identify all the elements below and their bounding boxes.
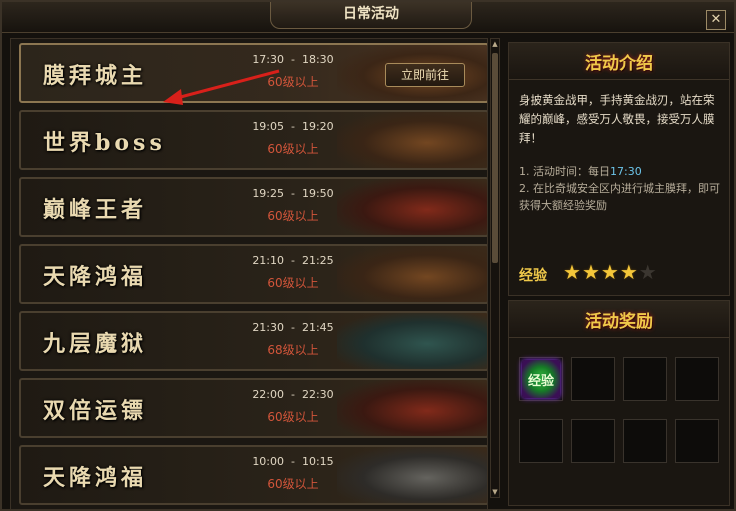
activity-art [337,380,487,436]
activity-row-6[interactable]: 双倍运镖 22:00 - 22:30 60级以上 [19,378,487,438]
exp-label: 经验 [519,268,547,284]
reward-header: 活动奖励 [509,301,729,338]
exp-orb-icon: 经验 [522,360,560,398]
info-title: 活动介绍 [585,54,653,74]
reward-slot-8[interactable] [675,419,719,463]
pointer-arrow-icon [163,69,280,105]
activity-row-7[interactable]: 天降鸿福 10:00 - 10:15 60级以上 [19,445,487,505]
activity-art [337,447,487,503]
activity-rules: 1. 活动时间：每日17:30 2. 在比奇城安全区内进行城主膜拜，即可获得大额… [519,163,721,214]
activity-name: 双倍运镖 [43,398,148,424]
activity-list: 膜拜城主 17:30 - 18:30 60级以上 立即前往 世界boss 19:… [10,38,488,510]
star-icon: ★ [563,260,581,284]
activity-description: 身披黄金战甲，手持黄金战刃，站在荣耀的巅峰，感受万人敬畏，接受万人膜拜！ [519,93,715,145]
info-header: 活动介绍 [509,43,729,80]
activity-row-3[interactable]: 巅峰王者 19:25 - 19:50 60级以上 [19,177,487,237]
activity-art [337,313,487,369]
activity-art [337,179,487,235]
reward-slot-7[interactable] [623,419,667,463]
activity-level: 60级以上 [267,477,319,491]
activity-art [337,246,487,302]
activity-art [337,112,487,168]
activity-info-panel: 活动介绍 身披黄金战甲，手持黄金战刃，站在荣耀的巅峰，感受万人敬畏，接受万人膜拜… [508,42,730,296]
activity-time: 19:25 - 19:50 [252,187,334,200]
star-icon: ★ [600,260,619,284]
activity-list-scrollbar[interactable]: ▲ ▼ [490,38,500,498]
activity-level: 60级以上 [267,142,319,156]
activity-name: 九层魔狱 [43,331,148,357]
activity-time: 22:00 - 22:30 [252,388,334,401]
reward-slot-5[interactable] [519,419,563,463]
star-icon: ★ [619,260,638,284]
activity-level: 60级以上 [267,276,319,290]
star-empty-icon: ★ [638,260,657,284]
scroll-up-icon[interactable]: ▲ [491,40,499,48]
reward-slot-1[interactable]: 经验 [519,357,563,401]
rule-1-time: 17:30 [610,165,642,178]
reward-item-label: 经验 [527,374,554,389]
activity-name: 世界boss [43,130,166,156]
reward-slot-4[interactable] [675,357,719,401]
activity-row-2[interactable]: 世界boss 19:05 - 19:20 60级以上 [19,110,487,170]
reward-title: 活动奖励 [585,312,653,332]
reward-panel: 活动奖励 经验 [508,300,730,506]
activity-time: 10:00 - 10:15 [252,455,334,468]
rule-1-prefix: 1. 活动时间：每日 [519,165,610,178]
activity-level: 60级以上 [267,209,319,223]
exp-rating-stars: ★★★★★ [563,261,658,283]
go-now-button[interactable]: 立即前往 [385,63,465,87]
activity-name: 天降鸿福 [43,465,148,491]
star-icon: ★ [581,260,600,284]
scroll-down-icon[interactable]: ▼ [491,488,499,496]
activity-row-5[interactable]: 九层魔狱 21:30 - 21:45 68级以上 [19,311,487,371]
rule-1: 1. 活动时间：每日17:30 [519,163,721,180]
reward-slot-3[interactable] [623,357,667,401]
rule-2: 2. 在比奇城安全区内进行城主膜拜，即可获得大额经验奖励 [519,182,720,212]
activity-level: 60级以上 [267,410,319,424]
activity-time: 21:30 - 21:45 [252,321,334,334]
activity-name: 天降鸿福 [43,264,148,290]
activity-row-4[interactable]: 天降鸿福 21:10 - 21:25 60级以上 [19,244,487,304]
activity-level: 68级以上 [267,343,319,357]
scroll-thumb[interactable] [492,53,498,263]
reward-slot-2[interactable] [571,357,615,401]
activity-name: 巅峰王者 [43,197,148,223]
activity-time: 19:05 - 19:20 [252,120,334,133]
reward-slot-6[interactable] [571,419,615,463]
daily-activities-window: 日常活动 ✕ 膜拜城主 17:30 - 18:30 60级以上 立即前往 世界b… [0,0,736,511]
activity-time: 17:30 - 18:30 [252,53,334,66]
close-button[interactable]: ✕ [706,10,726,30]
activity-time: 21:10 - 21:25 [252,254,334,267]
title-bar: 日常活动 ✕ [2,2,734,33]
window-title: 日常活动 [270,2,472,29]
activity-name: 膜拜城主 [43,63,148,89]
